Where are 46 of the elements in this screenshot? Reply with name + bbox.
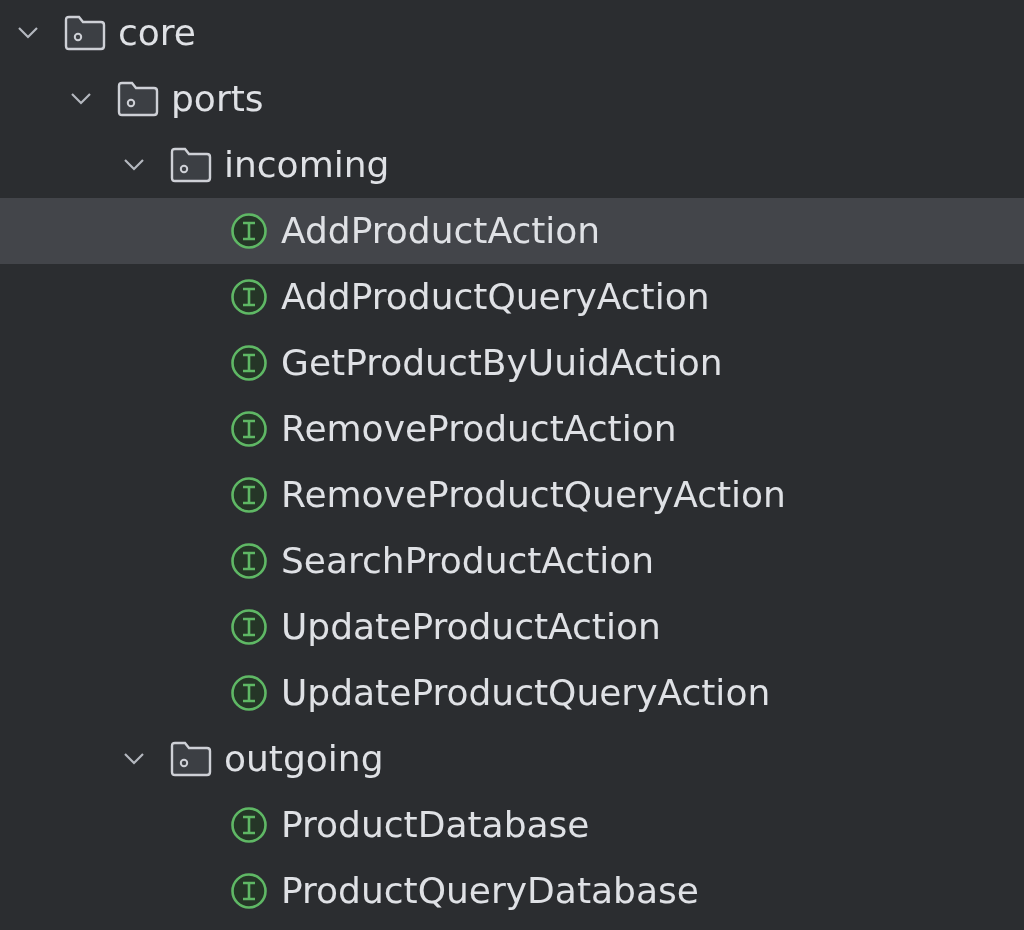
tree-row[interactable]: core [0,0,1024,66]
collapse-chevron-icon[interactable] [17,26,39,40]
folder-name[interactable]: incoming [224,143,390,187]
interface-icon [230,212,268,250]
interface-name[interactable]: ProductDatabase [281,803,590,847]
tree-row[interactable]: ProductDatabase [0,792,1024,858]
tree-row[interactable]: SearchProductAction [0,528,1024,594]
tree-row[interactable]: ports [0,66,1024,132]
tree-row[interactable]: RemoveProductQueryAction [0,462,1024,528]
folder-name[interactable]: ports [171,77,264,121]
interface-icon [230,806,268,844]
interface-name[interactable]: GetProductByUuidAction [281,341,723,385]
interface-name[interactable]: RemoveProductQueryAction [281,473,786,517]
interface-name[interactable]: UpdateProductQueryAction [281,671,771,715]
tree-row[interactable]: UpdateProductAction [0,594,1024,660]
tree-row[interactable]: outgoing [0,726,1024,792]
interface-icon [230,476,268,514]
interface-name[interactable]: ProductQueryDatabase [281,869,699,913]
folder-icon [170,741,212,777]
collapse-chevron-icon[interactable] [123,752,145,766]
tree-row[interactable]: RemoveProductAction [0,396,1024,462]
tree-row[interactable]: GetProductByUuidAction [0,330,1024,396]
tree-row[interactable]: UpdateProductQueryAction [0,660,1024,726]
folder-name[interactable]: core [118,11,196,55]
interface-icon [230,872,268,910]
interface-icon [230,608,268,646]
folder-icon [64,15,106,51]
interface-name[interactable]: AddProductQueryAction [281,275,710,319]
collapse-chevron-icon[interactable] [123,158,145,172]
interface-icon [230,410,268,448]
tree-row[interactable]: ProductQueryDatabase [0,858,1024,924]
selected-tree-row[interactable]: AddProductAction [0,198,1024,264]
interface-name[interactable]: AddProductAction [281,209,601,253]
folder-name[interactable]: outgoing [224,737,384,781]
interface-icon [230,278,268,316]
interface-name[interactable]: UpdateProductAction [281,605,661,649]
interface-icon [230,542,268,580]
tree-row[interactable]: incoming [0,132,1024,198]
collapse-chevron-icon[interactable] [70,92,92,106]
folder-icon [170,147,212,183]
interface-icon [230,674,268,712]
interface-name[interactable]: RemoveProductAction [281,407,677,451]
tree-row[interactable]: AddProductQueryAction [0,264,1024,330]
folder-icon [117,81,159,117]
interface-name[interactable]: SearchProductAction [281,539,655,583]
interface-icon [230,344,268,382]
